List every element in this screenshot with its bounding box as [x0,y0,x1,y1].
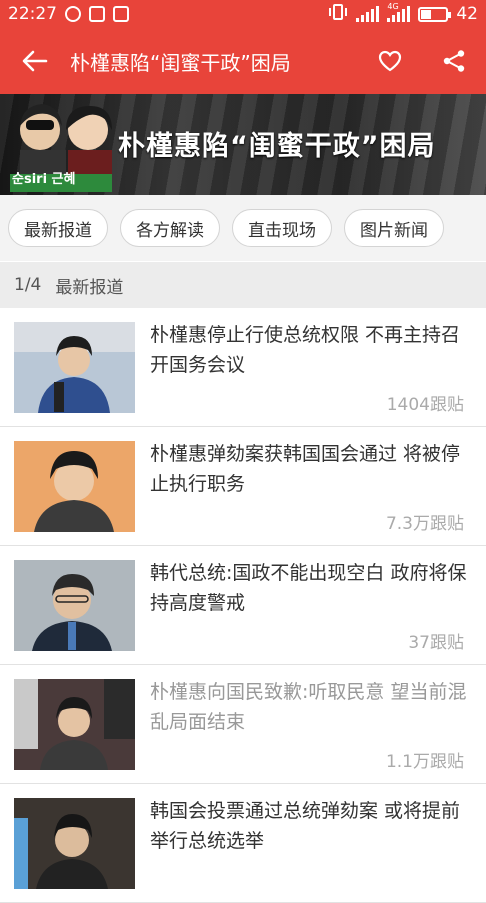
section-counter: 1/4 [14,275,42,295]
app-bar: 朴槿惠陷“闺蜜干政”困局 [0,28,486,94]
news-thumbnail [14,679,135,770]
heart-icon [378,50,402,72]
share-button[interactable] [422,28,486,94]
news-title: 朴槿惠弹劾案获韩国国会通过 将被停止执行职务 [150,443,461,495]
status-bar: 22:27 4G 42 [0,0,486,28]
signal-4g-icon: 4G [387,2,411,22]
banner-title: 朴槿惠陷“闺蜜干政”困局 [118,131,436,162]
news-title: 韩代总统:国政不能出现空白 政府将保持高度警戒 [150,562,467,614]
reply-count: 37跟贴 [408,633,464,653]
arrow-left-icon [22,50,48,72]
news-item-4[interactable]: 朴槿惠向国民致歉:听取民意 望当前混乱局面结束 1.1万跟贴 [0,665,486,784]
news-thumbnail [14,798,135,889]
favorite-button[interactable] [358,28,422,94]
reply-count: 7.3万跟贴 [385,514,464,534]
tab-photos[interactable]: 图片新闻 [344,209,444,247]
clock: 22:27 [8,4,57,24]
news-title: 韩国会投票通过总统弹劾案 或将提前举行总统选举 [150,800,461,852]
news-thumbnail [14,322,135,413]
news-notification-icon [89,6,105,22]
tab-latest[interactable]: 最新报道 [8,209,108,247]
topic-banner[interactable]: 순siri 근혜 朴槿惠陷“闺蜜干政”困局 [0,94,486,195]
news-list: 朴槿惠停止行使总统权限 不再主持召开国务会议 1404跟贴 朴槿惠弹劾案获韩国国… [0,308,486,903]
section-label: 最新报道 [55,277,124,298]
news-title: 朴槿惠停止行使总统权限 不再主持召开国务会议 [150,324,461,376]
page-title: 朴槿惠陷“闺蜜干政”困局 [70,50,291,75]
tab-analysis[interactable]: 各方解读 [120,209,220,247]
news-item-2[interactable]: 朴槿惠弹劾案获韩国国会通过 将被停止执行职务 7.3万跟贴 [0,427,486,546]
news-item-1[interactable]: 朴槿惠停止行使总统权限 不再主持召开国务会议 1404跟贴 [0,308,486,427]
image-notification-icon [113,6,129,22]
news-item-5[interactable]: 韩国会投票通过总统弹劾案 或将提前举行总统选举 [0,784,486,903]
battery-icon [418,6,452,22]
reply-count: 1404跟贴 [386,395,464,415]
app-notification-icon [65,6,81,22]
category-tabs: 最新报道 各方解读 直击现场 图片新闻 [0,195,486,261]
news-thumbnail [14,441,135,532]
banner-tag: 순siri 근혜 [12,172,76,187]
news-thumbnail [14,560,135,651]
reply-count: 1.1万跟贴 [385,752,464,772]
back-button[interactable] [0,28,70,94]
section-header: 1/4 最新报道 [0,262,486,308]
signal-icon [356,6,380,22]
share-icon [443,50,465,72]
news-title: 朴槿惠向国民致歉:听取民意 望当前混乱局面结束 [150,681,467,733]
vibrate-icon [328,3,348,25]
tab-live[interactable]: 直击现场 [232,209,332,247]
news-item-3[interactable]: 韩代总统:国政不能出现空白 政府将保持高度警戒 37跟贴 [0,546,486,665]
battery-percent: 42 [456,4,478,24]
